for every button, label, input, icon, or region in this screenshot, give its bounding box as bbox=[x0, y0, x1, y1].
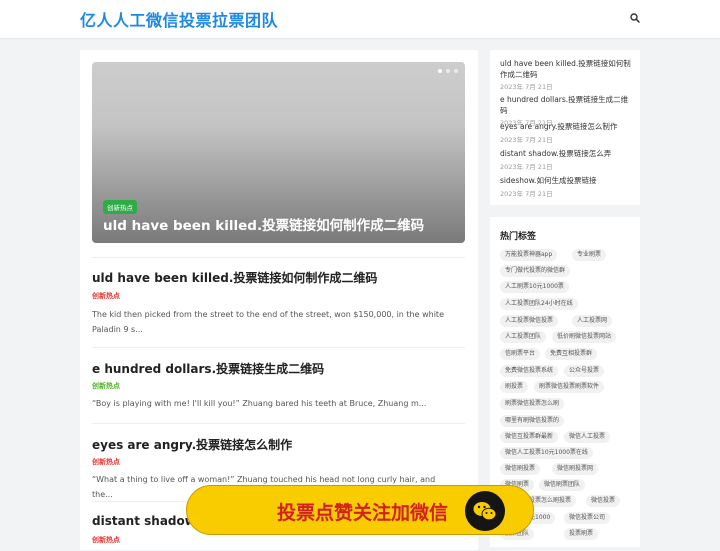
post-item: e hundred dollars.投票链接生成二维码 创新热点 “Boy is… bbox=[92, 347, 465, 424]
slider-dots bbox=[438, 69, 458, 73]
recent-post-item[interactable]: sideshow.如何生成投票链接 2023年 7月 21日 bbox=[500, 176, 635, 198]
banner-text[interactable]: 投票点赞关注加微信 bbox=[277, 498, 448, 525]
post-title[interactable]: distant shadow bbox=[92, 514, 196, 528]
tag-link[interactable]: 微信刷票团队 bbox=[539, 479, 586, 491]
tag-link[interactable]: 专业刷票 bbox=[572, 249, 607, 261]
recent-post-title[interactable]: eyes are angry.投票链接怎么制作 bbox=[500, 122, 635, 133]
tag-link[interactable]: 投票刷票 bbox=[564, 528, 599, 540]
tag-link[interactable]: 微信人工投票 bbox=[564, 431, 611, 443]
tag-link[interactable]: 微信投票 bbox=[586, 495, 621, 507]
tag-link[interactable]: 刷投票 bbox=[500, 381, 529, 393]
wechat-icon[interactable] bbox=[465, 491, 505, 531]
recent-post-item[interactable]: eyes are angry.投票链接怎么制作 2023年 7月 21日 bbox=[500, 122, 635, 144]
tag-link[interactable]: 人工刷票10元1000票 bbox=[500, 281, 569, 293]
tag-link[interactable]: 微信刷投票 bbox=[500, 463, 541, 475]
hero-slider[interactable]: 创新热点 uld have been killed.投票链接如何制作成二维码 bbox=[92, 62, 465, 243]
post-title[interactable]: uld have been killed.投票链接如何制作成二维码 bbox=[92, 269, 377, 286]
post-category[interactable]: 创新热点 bbox=[92, 535, 120, 545]
site-header: 亿人人工微信投票拉票团队 bbox=[0, 0, 720, 39]
hero-title[interactable]: uld have been killed.投票链接如何制作成二维码 bbox=[103, 214, 424, 234]
tag-link[interactable]: 刷票微信投票刷票软件 bbox=[534, 381, 605, 393]
slider-dot[interactable] bbox=[454, 69, 458, 73]
post-item: uld have been killed.投票链接如何制作成二维码 创新热点 T… bbox=[92, 257, 465, 348]
slider-dot[interactable] bbox=[438, 69, 442, 73]
post-category[interactable]: 创新热点 bbox=[92, 291, 120, 301]
tag-link[interactable]: 专门做代投票的微信群 bbox=[500, 265, 571, 277]
tag-link[interactable]: 微信投票公司 bbox=[564, 512, 611, 524]
recent-post-title[interactable]: distant shadow.投票链接怎么弄 bbox=[500, 149, 635, 160]
tag-link[interactable]: 公众号投票 bbox=[564, 365, 605, 377]
search-icon[interactable] bbox=[630, 13, 640, 23]
tag-link[interactable]: 微信刷投票网 bbox=[552, 463, 599, 475]
recent-post-item[interactable]: uld have been killed.投票链接如何制作成二维码 2023年 … bbox=[500, 59, 635, 91]
recent-post-date: 2023年 7月 21日 bbox=[500, 83, 553, 91]
contact-banner[interactable]: 投票点赞关注加微信 bbox=[186, 485, 534, 535]
tag-link[interactable]: 人工投票微信投票 bbox=[500, 315, 559, 327]
slider-dot[interactable] bbox=[446, 69, 450, 73]
hero-category-tag[interactable]: 创新热点 bbox=[103, 200, 137, 214]
recent-post-title[interactable]: sideshow.如何生成投票链接 bbox=[500, 176, 635, 187]
post-excerpt: The kid then picked from the street to t… bbox=[92, 310, 444, 334]
tag-link[interactable]: 人工投票团队24小时在线 bbox=[500, 298, 578, 310]
tag-link[interactable]: 信刷票平台 bbox=[500, 348, 541, 360]
tag-link[interactable]: 低价刷微信投票网站 bbox=[552, 331, 617, 343]
post-category[interactable]: 创新热点 bbox=[92, 381, 120, 391]
post-category[interactable]: 创新热点 bbox=[92, 457, 120, 467]
recent-post-title[interactable]: e hundred dollars.投票链接生成二维码 bbox=[500, 95, 635, 116]
tag-link[interactable]: 哪里有刷微信投票的 bbox=[500, 415, 565, 427]
tag-link[interactable]: 免费微信投票系统 bbox=[500, 365, 559, 377]
post-title[interactable]: eyes are angry.投票链接怎么制作 bbox=[92, 436, 292, 453]
site-logo[interactable]: 亿人人工微信投票拉票团队 bbox=[80, 7, 278, 31]
recent-post-title[interactable]: uld have been killed.投票链接如何制作成二维码 bbox=[500, 59, 635, 80]
tag-link[interactable]: 人工投票团队 bbox=[500, 331, 547, 343]
tag-link[interactable]: 微信人工投票10元1000票在线 bbox=[500, 447, 593, 459]
post-excerpt: “Boy is playing with me! I'll kill you!”… bbox=[92, 399, 427, 408]
main-content: 创新热点 uld have been killed.投票链接如何制作成二维码 u… bbox=[80, 50, 478, 550]
tag-link[interactable]: 免费互相投票群 bbox=[545, 348, 598, 360]
tag-link[interactable]: 刷票微信投票怎么刷 bbox=[500, 398, 565, 410]
post-title[interactable]: e hundred dollars.投票链接生成二维码 bbox=[92, 360, 324, 377]
recent-post-date: 2023年 7月 21日 bbox=[500, 162, 553, 171]
tag-link[interactable]: 微信互投票群最新 bbox=[500, 431, 559, 443]
recent-post-item[interactable]: distant shadow.投票链接怎么弄 2023年 7月 21日 bbox=[500, 149, 635, 171]
recent-post-date: 2023年 7月 21日 bbox=[500, 189, 553, 198]
tag-link[interactable]: 人工投票网 bbox=[572, 315, 613, 327]
recent-post-date: 2023年 7月 21日 bbox=[500, 135, 553, 144]
recent-posts-widget: uld have been killed.投票链接如何制作成二维码 2023年 … bbox=[490, 50, 640, 205]
hot-tags-title: 热门标签 bbox=[500, 232, 537, 242]
tag-link[interactable]: 万能投票神器app bbox=[500, 249, 558, 261]
